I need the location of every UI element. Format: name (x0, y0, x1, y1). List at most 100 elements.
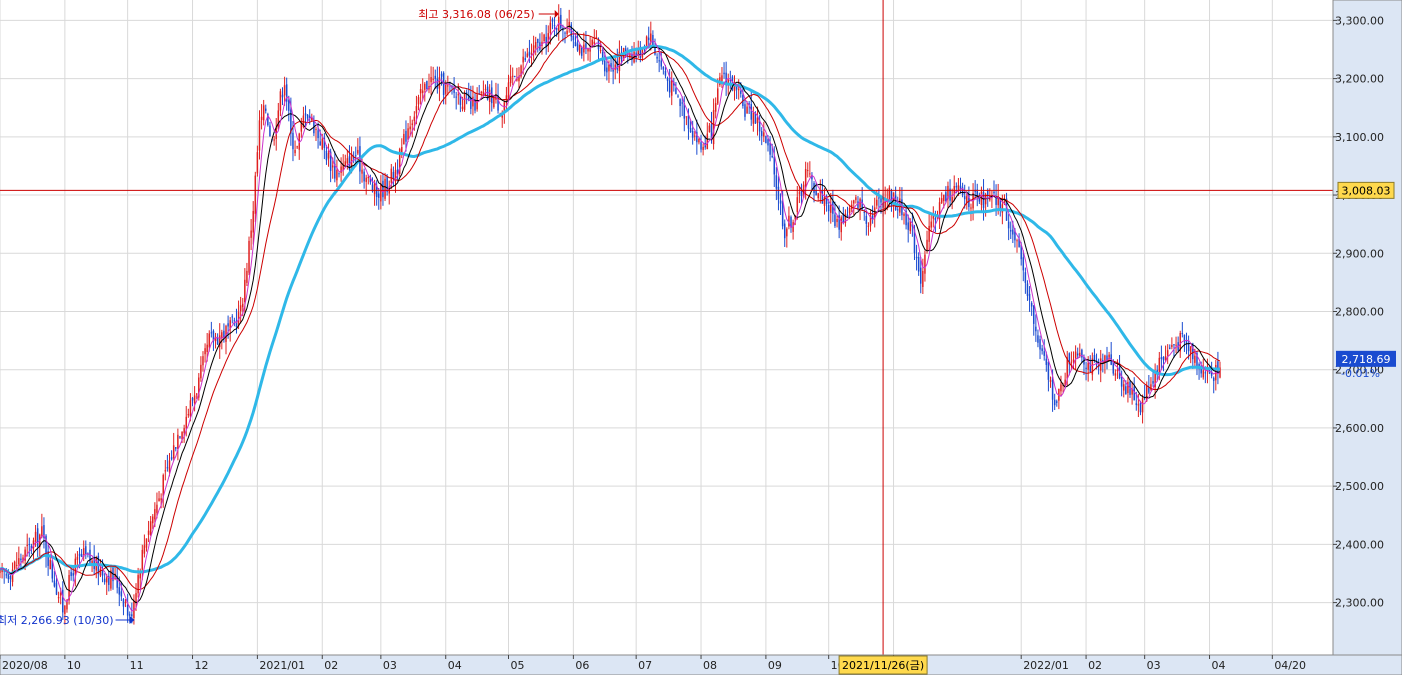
candle-body (1173, 344, 1175, 346)
candle-body (1141, 398, 1144, 413)
candle-body (955, 186, 958, 188)
candle-body (269, 125, 271, 137)
y-tick-label: 3,100.00 (1335, 131, 1384, 144)
candle-body (599, 50, 602, 52)
candle-body (809, 173, 811, 175)
candle-body (13, 561, 16, 569)
candle-body (1043, 351, 1045, 356)
candle-body (378, 193, 380, 198)
candle-body (580, 47, 583, 56)
candle-body (700, 142, 702, 150)
x-tick-label: 08 (703, 659, 717, 672)
x-tick-label: 07 (638, 659, 652, 672)
candle-body (1194, 355, 1196, 363)
candle-body (250, 230, 252, 238)
candle-body (1093, 355, 1096, 361)
candle-body (807, 170, 809, 172)
candle-body (128, 614, 131, 616)
candle-body (367, 177, 370, 179)
x-tick-label: 2020/08 (2, 659, 48, 672)
x-tick-label: 12 (195, 659, 209, 672)
candle-body (798, 192, 801, 194)
candle-body (867, 225, 870, 227)
candle-body (248, 240, 250, 273)
candle-body (1204, 372, 1207, 374)
x-tick-label: 04 (448, 659, 462, 672)
candle-body (392, 171, 395, 179)
candle-body (1212, 377, 1215, 381)
candle-body (560, 14, 562, 29)
candle-body (534, 42, 537, 48)
candle-body (131, 614, 133, 617)
candle-body (325, 150, 328, 161)
candle-body (59, 592, 62, 596)
candle-body (1009, 230, 1012, 232)
candle-body (49, 559, 51, 570)
candle-body (101, 570, 104, 576)
candle-body (756, 117, 759, 124)
candle-body (876, 199, 878, 206)
candle-body (170, 457, 173, 460)
candle-body (511, 75, 514, 77)
candle-body (434, 75, 437, 79)
candle-body (524, 58, 526, 61)
candle-body (817, 193, 819, 199)
candle-body (543, 34, 545, 42)
candle-body (526, 53, 529, 58)
candle-body (1187, 343, 1190, 352)
candle-body (1028, 293, 1031, 301)
candle-body (928, 225, 930, 242)
candle-body (1139, 402, 1142, 413)
candle-body (666, 77, 669, 81)
x-tick-label: 10 (67, 659, 81, 672)
candle-body (72, 573, 74, 576)
candle-body (419, 89, 422, 94)
candle-body (76, 556, 79, 560)
y-tick-label: 2,600.00 (1335, 422, 1384, 435)
candle-body (1033, 305, 1035, 324)
candle-body (147, 530, 150, 535)
candle-body (660, 60, 663, 67)
candle-body (830, 204, 832, 213)
candle-body (143, 545, 146, 554)
candle-body (909, 220, 912, 232)
candle-body (677, 95, 679, 97)
candle-body (239, 305, 242, 312)
candle-body (1007, 221, 1010, 229)
candle-body (593, 41, 596, 44)
candle-body (681, 102, 683, 104)
candle-body (168, 460, 171, 473)
candle-body (1125, 386, 1127, 395)
candle-body (432, 78, 434, 80)
candle-body (537, 39, 539, 43)
candle-body (15, 564, 18, 566)
last-price-label: 2,718.69 (1342, 353, 1391, 366)
candle-body (706, 133, 709, 150)
candle-body (365, 177, 367, 182)
candle-body (227, 323, 229, 327)
candle-body (411, 123, 413, 125)
low-annotation: 최저 2,266.93 (10/30) (0, 614, 114, 627)
candle-body (160, 498, 162, 501)
candle-body (702, 146, 704, 150)
price-chart[interactable]: 2,300.002,400.002,500.002,600.002,700.00… (0, 0, 1402, 675)
candle-body (767, 139, 769, 146)
candle-body (1081, 349, 1083, 358)
candle-body (185, 416, 187, 429)
candle-body (401, 147, 403, 153)
candle-body (193, 395, 196, 404)
candle-body (246, 270, 248, 283)
candle-body (9, 576, 12, 580)
candle-body (357, 149, 359, 154)
y-tick-label: 2,800.00 (1335, 305, 1384, 318)
candle-body (658, 60, 660, 62)
candle-body (528, 51, 531, 56)
candle-body (315, 129, 317, 131)
candle-body (327, 153, 330, 159)
candle-body (200, 364, 202, 379)
candle-body (321, 138, 324, 150)
candle-body (210, 332, 213, 334)
candle-body (846, 214, 849, 217)
candle-body (206, 344, 208, 353)
candle-body (189, 400, 192, 417)
